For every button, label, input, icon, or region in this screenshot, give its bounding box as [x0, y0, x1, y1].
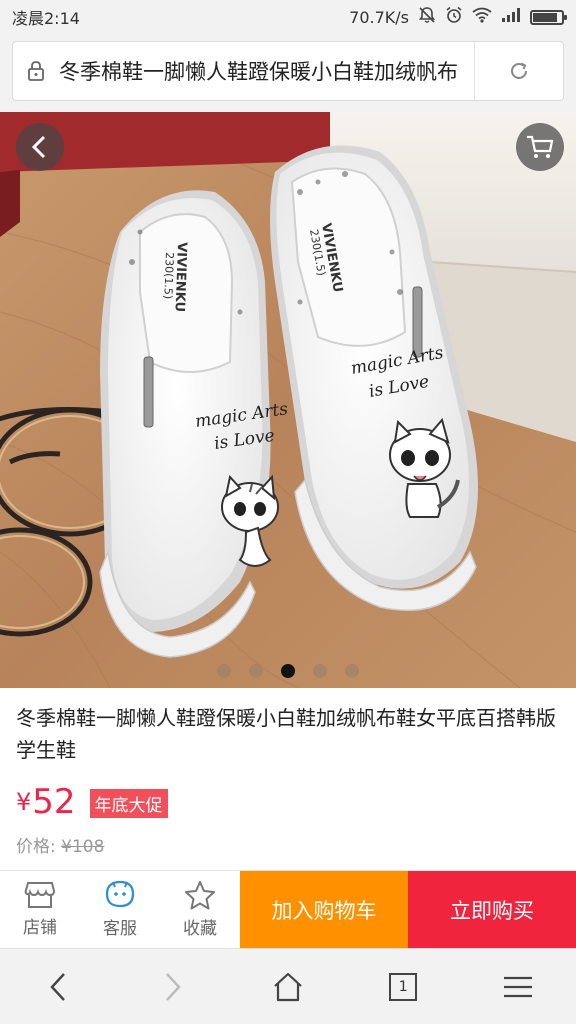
browser-forward-button[interactable] — [143, 957, 203, 1017]
status-bar: 凌晨2:14 70.7K/s — [0, 0, 576, 34]
currency-symbol: ¥ — [16, 788, 32, 816]
back-button[interactable] — [16, 123, 64, 171]
cart-button[interactable] — [516, 123, 564, 171]
browser-menu-button[interactable] — [488, 957, 548, 1017]
carousel-dot[interactable] — [281, 664, 295, 678]
shop-icon — [24, 882, 56, 908]
add-to-cart-button[interactable]: 加入购物车 — [240, 871, 408, 948]
address-bar[interactable]: 冬季棉鞋一脚懒人鞋蹬保暖小白鞋加绒帆布 — [12, 41, 564, 101]
tab-count: 1 — [389, 972, 418, 1001]
product-image-carousel[interactable]: magic Arts is Love magic Arts is Love VI… — [0, 112, 576, 688]
carousel-dot[interactable] — [313, 664, 327, 678]
cart-icon — [527, 135, 554, 158]
carousel-dot[interactable] — [345, 664, 359, 678]
alarm-icon — [445, 6, 463, 28]
shop-label: 店铺 — [23, 918, 57, 938]
original-price: ¥108 — [61, 837, 105, 857]
reload-icon[interactable] — [475, 59, 563, 83]
browser-tabs-button[interactable]: 1 — [373, 957, 433, 1017]
current-price: 52 — [32, 782, 76, 822]
browser-home-button[interactable] — [258, 957, 318, 1017]
signal-icon — [501, 7, 521, 27]
original-price-row: 价格: ¥108 — [16, 832, 104, 857]
price-row: ¥ 52 年底大促 — [16, 782, 168, 822]
wifi-icon — [472, 7, 492, 27]
chevron-left-icon — [49, 972, 65, 1001]
home-icon — [274, 972, 302, 1001]
chevron-left-icon — [31, 135, 46, 159]
carousel-dot[interactable] — [249, 664, 263, 678]
clock: 凌晨2:14 — [12, 9, 80, 28]
status-icons: 70.7K/s — [349, 6, 567, 28]
browser-back-button[interactable] — [28, 957, 88, 1017]
purchase-action-bar: 店铺 客服 收藏 加入购物车 立即购买 — [0, 870, 576, 948]
product-title: 冬季棉鞋一脚懒人鞋蹬保暖小白鞋加绒帆布鞋女平底百搭韩版学生鞋 — [16, 706, 556, 762]
carousel-dot[interactable] — [217, 664, 231, 678]
chevron-right-icon — [165, 972, 181, 1001]
lock-icon — [13, 60, 59, 82]
address-bar-area: 冬季棉鞋一脚懒人鞋蹬保暖小白鞋加绒帆布 — [0, 34, 576, 112]
insole-size-left: 230(1.5) — [161, 252, 176, 300]
promo-badge: 年底大促 — [89, 788, 168, 818]
customer-service-button[interactable]: 客服 — [80, 871, 160, 948]
menu-icon — [504, 976, 533, 997]
browser-toolbar: 1 — [0, 948, 576, 1024]
product-image: magic Arts is Love magic Arts is Love VI… — [0, 112, 576, 688]
customer-service-icon — [105, 880, 135, 908]
original-price-label: 价格: — [16, 837, 56, 857]
address-text[interactable]: 冬季棉鞋一脚懒人鞋蹬保暖小白鞋加绒帆布 — [59, 56, 474, 86]
favorite-button[interactable]: 收藏 — [160, 871, 240, 948]
favorite-label: 收藏 — [183, 919, 217, 939]
customer-service-label: 客服 — [103, 919, 137, 939]
battery-icon — [530, 9, 567, 25]
mute-icon — [418, 6, 436, 28]
network-speed: 70.7K/s — [349, 7, 409, 27]
carousel-indicator — [0, 664, 576, 678]
star-icon — [185, 881, 215, 910]
shop-button[interactable]: 店铺 — [0, 871, 80, 948]
buy-now-button[interactable]: 立即购买 — [408, 871, 576, 948]
